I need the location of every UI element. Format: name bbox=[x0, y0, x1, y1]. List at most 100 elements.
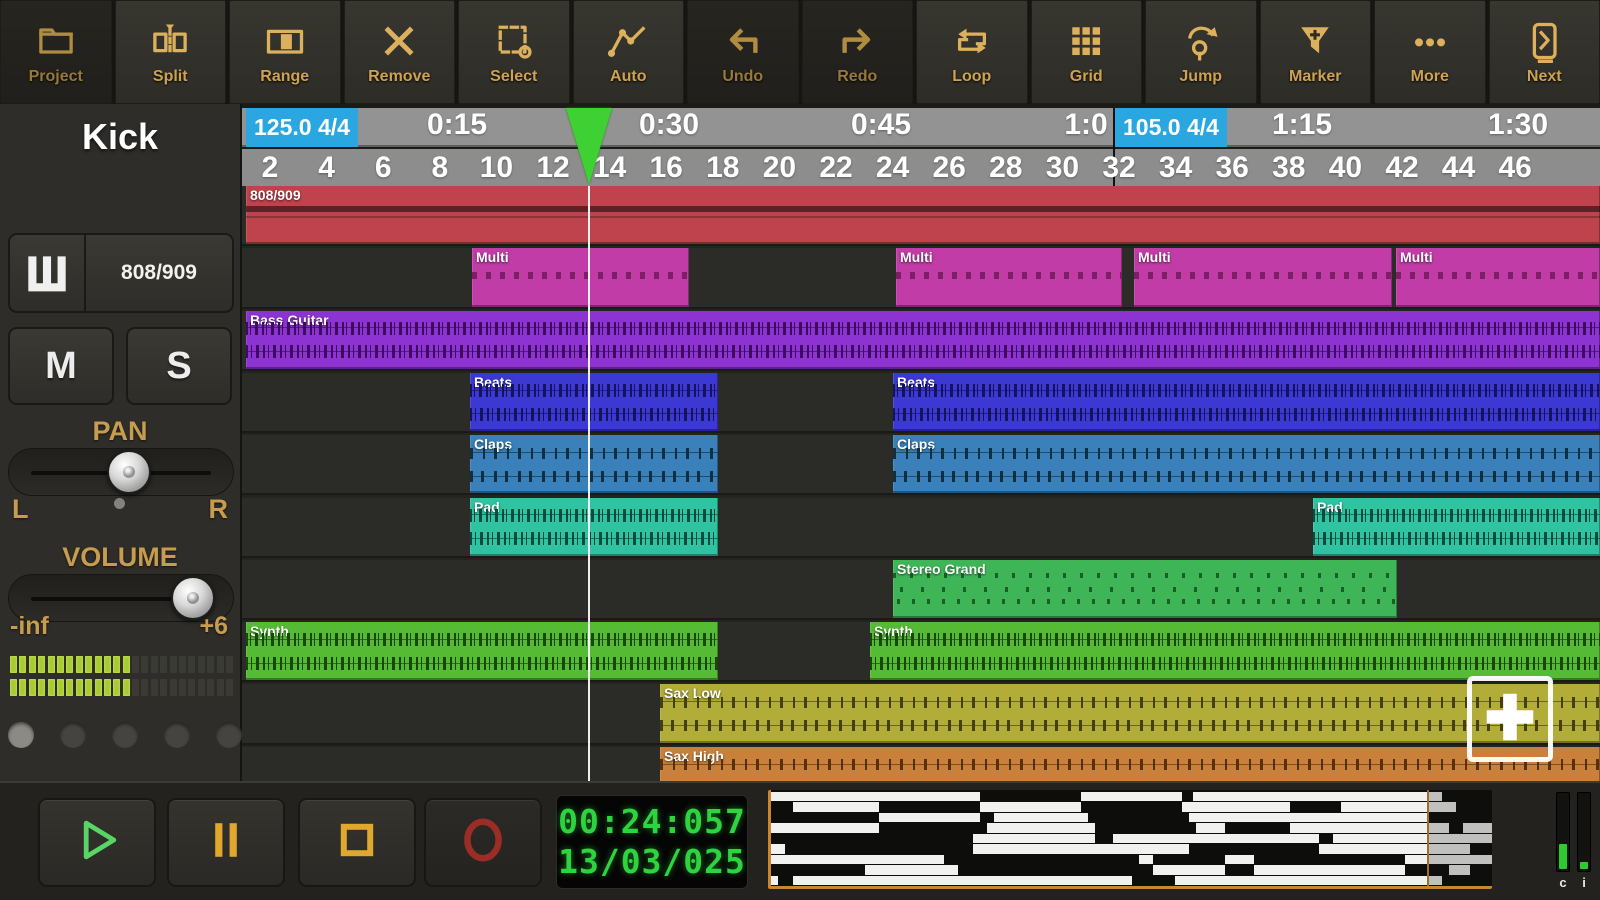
track-lane-sax-high: Sax High bbox=[242, 746, 1600, 781]
waveform-centerline bbox=[893, 413, 1600, 415]
bar-number: 16 bbox=[649, 151, 683, 184]
split-icon bbox=[147, 18, 193, 64]
clip-claps[interactable]: Claps bbox=[470, 435, 718, 494]
overview-row bbox=[771, 833, 1492, 844]
bar-number: 22 bbox=[819, 151, 853, 184]
playhead-handle[interactable] bbox=[566, 108, 612, 184]
meter-segment bbox=[141, 656, 149, 673]
clip-synth[interactable]: Synth bbox=[870, 622, 1600, 681]
toolbar-button-undo[interactable]: Undo bbox=[687, 0, 799, 104]
select-icon bbox=[491, 18, 537, 64]
clip-pad[interactable]: Pad bbox=[1313, 497, 1600, 556]
meter-segment bbox=[160, 679, 168, 696]
meter-segment bbox=[122, 679, 130, 696]
clip-multi[interactable]: Multi bbox=[896, 248, 1122, 307]
jump-icon bbox=[1178, 18, 1224, 64]
toolbar-button-next[interactable]: Next bbox=[1488, 0, 1600, 104]
overview-gap bbox=[1131, 875, 1175, 885]
meter-segment bbox=[47, 656, 55, 673]
bar-number: 10 bbox=[479, 151, 514, 184]
solo-button[interactable]: S bbox=[126, 327, 232, 405]
clip-bass-guitar[interactable]: Bass Guitar bbox=[246, 310, 1600, 369]
clip-sax-high[interactable]: Sax High bbox=[660, 746, 1600, 781]
daw-app: Project Split Range Remove Select Auto Undo Red… bbox=[0, 0, 1600, 900]
pan-knob[interactable] bbox=[107, 450, 151, 494]
overview-gap bbox=[771, 865, 865, 875]
toolbar-button-label: Remove bbox=[368, 68, 431, 85]
clip-beats[interactable]: Beats bbox=[470, 372, 718, 432]
overview-gap bbox=[1095, 823, 1197, 833]
page-dot[interactable] bbox=[8, 722, 34, 748]
tempo-marker[interactable]: 105.0 4/4 bbox=[1115, 108, 1227, 147]
page-dot[interactable] bbox=[216, 722, 242, 748]
tempo-marker[interactable]: 125.0 4/4 bbox=[246, 108, 358, 147]
clip-pad[interactable]: Pad bbox=[470, 497, 718, 556]
toolbar-button-loop[interactable]: Loop bbox=[916, 0, 1028, 104]
clip-multi[interactable]: Multi bbox=[1396, 248, 1600, 307]
toolbar-button-grid[interactable]: Grid bbox=[1030, 0, 1142, 104]
toolbar-button-label: Next bbox=[1526, 68, 1562, 85]
stop-button[interactable] bbox=[298, 798, 416, 887]
clip-synth[interactable]: Synth bbox=[246, 622, 718, 681]
clip-label: Multi bbox=[900, 249, 933, 266]
meter-segment bbox=[10, 656, 17, 673]
meter-segment bbox=[122, 656, 130, 673]
more-icon bbox=[1407, 18, 1453, 64]
clip-beats[interactable]: Beats bbox=[893, 372, 1600, 432]
add-button[interactable] bbox=[1467, 676, 1553, 762]
meter-segment bbox=[225, 656, 233, 673]
waveform bbox=[896, 271, 1122, 279]
toolbar-button-marker[interactable]: Marker bbox=[1259, 0, 1371, 104]
overview-row bbox=[771, 802, 1492, 812]
clip-808-909[interactable]: 808/909 bbox=[246, 186, 1600, 245]
toolbar-button-label: Select bbox=[490, 68, 538, 85]
overview-gap bbox=[1254, 854, 1406, 865]
record-icon bbox=[457, 814, 509, 871]
meter-segment bbox=[94, 679, 102, 696]
arrangement-area: 808/909 Multi Multi Multi Multi Bass Guitar Be… bbox=[242, 186, 1600, 781]
overview-gap bbox=[771, 802, 793, 812]
meter-segment bbox=[216, 679, 224, 696]
page-dot[interactable] bbox=[164, 722, 190, 748]
instrument-button[interactable] bbox=[10, 235, 86, 311]
toolbar-button-split[interactable]: Split bbox=[114, 0, 226, 104]
clip-multi[interactable]: Multi bbox=[1134, 248, 1392, 307]
bar-number: 28 bbox=[989, 151, 1023, 184]
clip-claps[interactable]: Claps bbox=[893, 435, 1600, 494]
timeline-ruler[interactable]: 0:15 0:30 0:45 1:0 1:15 1:30 125.0 4/4 105.0 4/… bbox=[242, 104, 1600, 186]
play-button[interactable] bbox=[38, 798, 156, 887]
bar-number: 2 bbox=[261, 151, 279, 184]
play-icon bbox=[73, 816, 121, 869]
instrument-select-button[interactable]: 808/909 bbox=[86, 235, 232, 311]
track-lane-sax-low: Sax Low bbox=[242, 684, 1600, 745]
clip-sax-low[interactable]: Sax Low bbox=[660, 684, 1600, 743]
toolbar-button-more[interactable]: More bbox=[1374, 0, 1486, 104]
track-lane-synth: Synth Synth bbox=[242, 622, 1600, 683]
arrangement-overview[interactable] bbox=[768, 790, 1492, 889]
page-dot[interactable] bbox=[112, 722, 138, 748]
record-button[interactable] bbox=[424, 798, 542, 887]
toolbar-button-select[interactable]: Select bbox=[458, 0, 570, 104]
toolbar-button-redo[interactable]: Redo bbox=[801, 0, 913, 104]
overview-row bbox=[771, 865, 1492, 875]
waveform-centerline bbox=[470, 413, 718, 415]
output-meter-i bbox=[1577, 792, 1591, 872]
clip-stereo-grand[interactable]: Stereo Grand bbox=[893, 559, 1397, 619]
pause-button[interactable] bbox=[167, 798, 285, 887]
overview-gap bbox=[1095, 833, 1114, 844]
meter-segment bbox=[56, 656, 64, 673]
toolbar-button-jump[interactable]: Jump bbox=[1145, 0, 1257, 104]
clip-multi[interactable]: Multi bbox=[472, 248, 689, 307]
toolbar-button-project[interactable]: Project bbox=[0, 0, 112, 104]
output-meter-label: c bbox=[1559, 875, 1567, 890]
pan-slider[interactable] bbox=[8, 448, 234, 496]
mute-button[interactable]: M bbox=[8, 327, 114, 405]
volume-max-label: +6 bbox=[199, 612, 228, 640]
page-indicator[interactable] bbox=[8, 722, 242, 748]
toolbar-button-remove[interactable]: Remove bbox=[343, 0, 455, 104]
overview-gap bbox=[1153, 854, 1226, 865]
page-dot[interactable] bbox=[60, 722, 86, 748]
toolbar-button-range[interactable]: Range bbox=[229, 0, 341, 104]
toolbar-button-auto[interactable]: Auto bbox=[572, 0, 684, 104]
overview-gap bbox=[785, 844, 973, 854]
